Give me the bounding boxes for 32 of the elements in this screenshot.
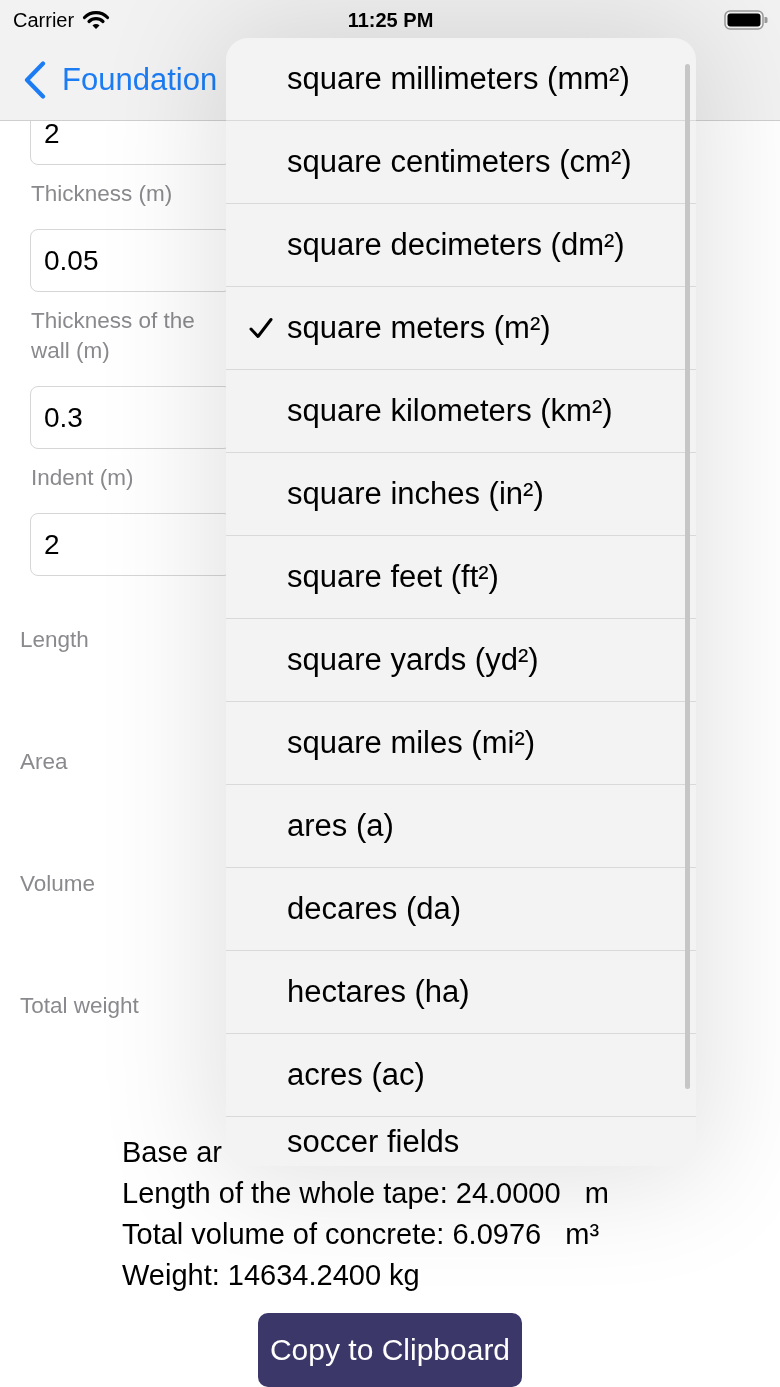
menu-item[interactable]: square inches (in²) [226,453,696,536]
field-label: Thickness of the wall (m) [31,307,196,365]
row-label: Area [20,748,68,776]
row-label: Total weight [20,992,139,1020]
menu-item[interactable]: acres (ac) [226,1034,696,1117]
row-label: Volume [20,870,96,898]
result-text: Total volume of concrete: 6.0976 m³ [122,1217,600,1252]
menu-item[interactable]: ares (a) [226,785,696,868]
menu-item[interactable]: decares (da) [226,868,696,951]
menu-item[interactable]: square meters (m²) [226,287,696,370]
result-text: Weight: 14634.2400 kg [122,1258,420,1293]
field-label: Thickness (m) [31,180,174,208]
menu-item[interactable]: square kilometers (km²) [226,370,696,453]
battery-icon [724,10,768,30]
chevron-left-icon [24,61,46,99]
copy-button[interactable]: Copy to Clipboard [257,1313,523,1387]
menu-item[interactable]: square feet (ft²) [226,536,696,619]
result-text: Length of the whole tape: 24.0000 m [122,1176,609,1211]
menu-item[interactable]: square millimeters (mm²) [226,38,696,121]
row-label: Length [20,626,89,654]
carrier-label: Carrier [13,8,75,32]
menu-item[interactable]: square decimeters (dm²) [226,204,696,287]
result-text: Base ar [122,1135,222,1170]
wifi-icon [82,10,111,30]
field-label: Indent (m) [31,464,135,492]
menu-item[interactable]: square yards (yd²) [226,619,696,702]
clock-time: 11:25 PM [347,8,434,32]
menu-item[interactable]: soccer fields [226,1117,696,1166]
menu-item[interactable]: hectares (ha) [226,951,696,1034]
back-button[interactable]: Foundation [24,61,218,99]
menu-item[interactable]: square miles (mi²) [226,702,696,785]
menu-item[interactable]: square centimeters (cm²) [226,121,696,204]
